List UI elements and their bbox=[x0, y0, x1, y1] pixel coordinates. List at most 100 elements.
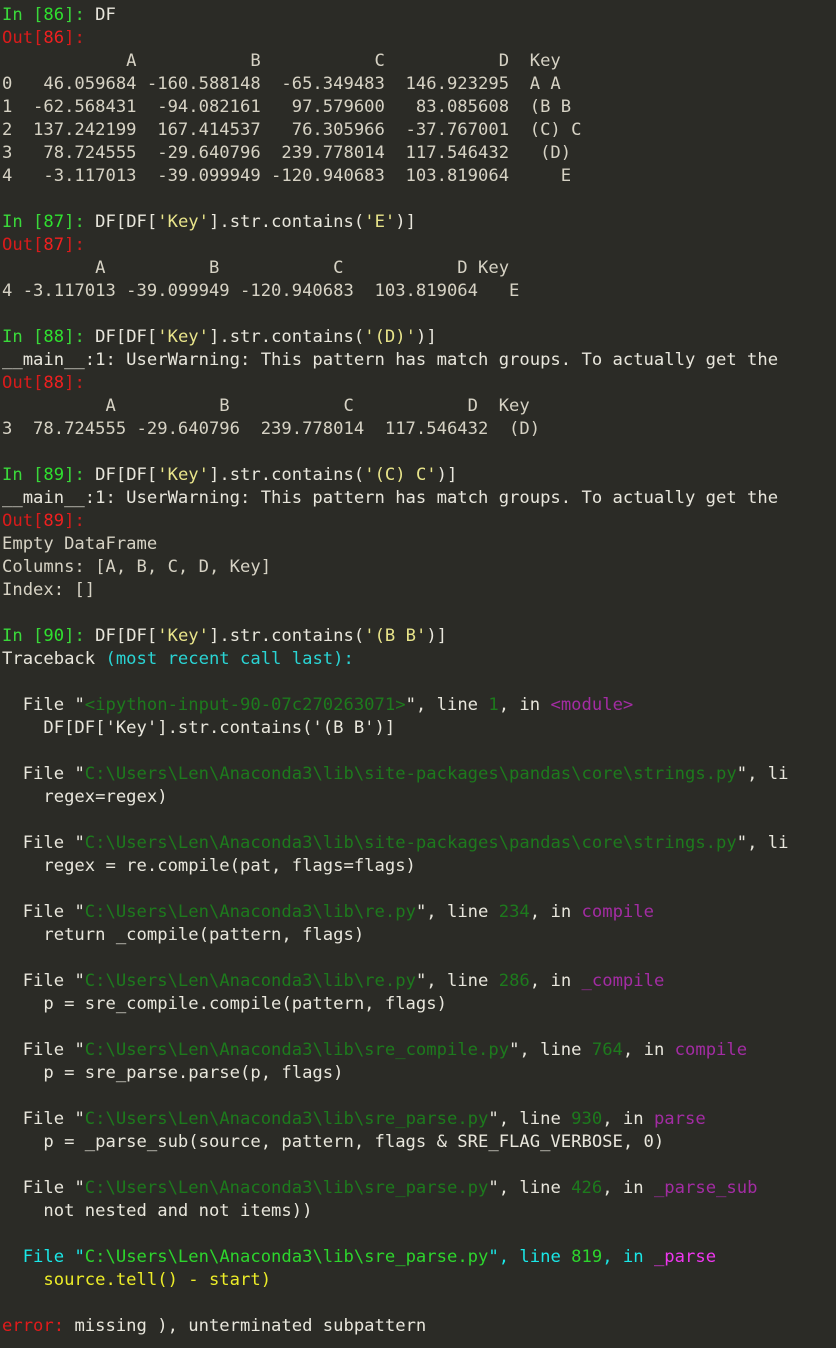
traceback-frame-file-line-highlighted[interactable]: File "C:\Users\Len\Anaconda3\lib\sre_par… bbox=[0, 1246, 836, 1269]
file-keyword: File bbox=[2, 764, 75, 784]
traceback-frame-file-line[interactable]: File "<ipython-input-90-07c270263071>", … bbox=[0, 694, 836, 717]
traceback-lineno: 764 bbox=[591, 1040, 623, 1060]
string-literal[interactable]: 'Key' bbox=[157, 626, 209, 646]
quote-open: " bbox=[74, 833, 85, 853]
terminal-console[interactable]: In [86]: DF Out[86]: A B C D Key 0 46.05… bbox=[0, 0, 836, 1348]
string-literal[interactable]: 'Key' bbox=[157, 212, 209, 232]
traceback-path: C:\Users\Len\Anaconda3\lib\sre_compile.p… bbox=[84, 1040, 510, 1060]
traceback-frame-file-line[interactable]: File "C:\Users\Len\Anaconda3\lib\site-pa… bbox=[0, 763, 836, 786]
input-prompt-line-86: In [86]: DF bbox=[0, 4, 836, 27]
traceback-function: <module> bbox=[550, 695, 634, 715]
traceback-frame-file-line[interactable]: File "C:\Users\Len\Anaconda3\lib\re.py",… bbox=[0, 970, 836, 993]
in-keyword: , in bbox=[602, 1109, 654, 1129]
in-prompt-close: ]: bbox=[64, 465, 96, 485]
quote-open: " bbox=[74, 1040, 85, 1060]
traceback-function: _parse_sub bbox=[653, 1178, 758, 1198]
out-prompt-text: Out[ bbox=[2, 235, 44, 255]
quote-open: " bbox=[74, 695, 85, 715]
in-prompt-number: 87 bbox=[43, 212, 65, 232]
quote-close: ", line bbox=[415, 971, 499, 991]
quote-close: ", line bbox=[488, 1247, 572, 1267]
traceback-header: Traceback (most recent call last): bbox=[0, 648, 836, 671]
traceback-lineno: 286 bbox=[498, 971, 530, 991]
quote-open: " bbox=[74, 764, 85, 784]
traceback-source-line-highlighted: source.tell() - start) bbox=[2, 1270, 272, 1290]
traceback-frame-file-line[interactable]: File "C:\Users\Len\Anaconda3\lib\re.py",… bbox=[0, 901, 836, 924]
table-row: 0 46.059684 -160.588148 -65.349483 146.9… bbox=[2, 74, 561, 94]
input-code-86[interactable]: DF bbox=[95, 5, 116, 25]
string-literal[interactable]: 'Key' bbox=[157, 465, 209, 485]
in-keyword: , in bbox=[622, 1040, 675, 1060]
traceback-frame-file-line[interactable]: File "C:\Users\Len\Anaconda3\lib\sre_com… bbox=[0, 1039, 836, 1062]
traceback-path: <ipython-input-90-07c270263071> bbox=[84, 695, 406, 715]
table-row: 3 78.724555 -29.640796 239.778014 117.54… bbox=[2, 143, 572, 163]
code-fragment[interactable]: )] bbox=[395, 212, 416, 232]
input-prompt-line-90: In [90]: DF[DF['Key'].str.contains('(B B… bbox=[0, 625, 836, 648]
quote-close: ", line bbox=[405, 695, 489, 715]
dataframe-header-88: A B C D Key bbox=[2, 396, 530, 416]
output-prompt-line-88: Out[88]: bbox=[0, 372, 836, 395]
traceback-source-line: p = _parse_sub(source, pattern, flags & … bbox=[2, 1132, 665, 1152]
in-keyword: , in bbox=[498, 695, 551, 715]
empty-dataframe-label: Empty DataFrame bbox=[2, 534, 158, 554]
code-fragment[interactable]: ].str.contains( bbox=[209, 465, 364, 485]
traceback-function: _parse bbox=[653, 1247, 717, 1267]
in-prompt-number: 88 bbox=[43, 327, 65, 347]
in-prompt-text: In [ bbox=[2, 5, 44, 25]
quote-close: ", line bbox=[488, 1178, 572, 1198]
traceback-frame-file-line[interactable]: File "C:\Users\Len\Anaconda3\lib\sre_par… bbox=[0, 1177, 836, 1200]
in-prompt-text: In [ bbox=[2, 327, 44, 347]
traceback-source-line: regex=regex) bbox=[2, 787, 168, 807]
traceback-source-line: p = sre_compile.compile(pattern, flags) bbox=[2, 994, 447, 1014]
traceback-path: C:\Users\Len\Anaconda3\lib\sre_parse.py bbox=[84, 1247, 489, 1267]
code-fragment[interactable]: )] bbox=[416, 327, 437, 347]
quote-open: " bbox=[74, 1178, 85, 1198]
traceback-lineno: 426 bbox=[571, 1178, 603, 1198]
code-fragment[interactable]: ].str.contains( bbox=[209, 212, 364, 232]
out-prompt-number: 88 bbox=[43, 373, 65, 393]
traceback-lineno: 1 bbox=[488, 695, 499, 715]
in-prompt-number: 86 bbox=[43, 5, 65, 25]
in-keyword: , in bbox=[602, 1247, 654, 1267]
code-fragment[interactable]: DF[DF[ bbox=[95, 465, 157, 485]
traceback-source-line: DF[DF['Key'].str.contains('(B B')] bbox=[2, 718, 396, 738]
error-message: missing ), unterminated subpattern bbox=[64, 1316, 427, 1336]
traceback-path: C:\Users\Len\Anaconda3\lib\re.py bbox=[84, 971, 416, 991]
traceback-lineno: 819 bbox=[571, 1247, 603, 1267]
string-literal[interactable]: '(B B' bbox=[364, 626, 426, 646]
file-keyword: File bbox=[2, 1109, 75, 1129]
input-prompt-line-87: In [87]: DF[DF['Key'].str.contains('E')] bbox=[0, 211, 836, 234]
out-prompt-number: 86 bbox=[43, 28, 65, 48]
quote-open: " bbox=[74, 902, 85, 922]
file-keyword: File bbox=[2, 1040, 75, 1060]
string-literal[interactable]: 'E' bbox=[364, 212, 395, 232]
code-fragment[interactable]: ].str.contains( bbox=[209, 327, 364, 347]
string-literal[interactable]: 'Key' bbox=[157, 327, 209, 347]
traceback-label: Traceback bbox=[2, 649, 106, 669]
code-fragment[interactable]: DF[DF[ bbox=[95, 327, 157, 347]
out-prompt-text: Out[ bbox=[2, 511, 44, 531]
traceback-frame-file-line[interactable]: File "C:\Users\Len\Anaconda3\lib\sre_par… bbox=[0, 1108, 836, 1131]
traceback-path: C:\Users\Len\Anaconda3\lib\site-packages… bbox=[84, 764, 737, 784]
code-fragment[interactable]: )] bbox=[437, 465, 458, 485]
string-literal[interactable]: '(D)' bbox=[364, 327, 416, 347]
code-fragment[interactable]: ].str.contains( bbox=[209, 626, 364, 646]
dataframe-header-87: A B C D Key bbox=[2, 258, 510, 278]
code-fragment[interactable]: )] bbox=[426, 626, 447, 646]
file-keyword: File bbox=[2, 1247, 75, 1267]
string-literal[interactable]: '(C) C' bbox=[364, 465, 436, 485]
traceback-function: parse bbox=[653, 1109, 706, 1129]
output-prompt-line-89: Out[89]: bbox=[0, 510, 836, 533]
in-prompt-close: ]: bbox=[64, 5, 96, 25]
code-fragment[interactable]: DF[DF[ bbox=[95, 212, 157, 232]
empty-dataframe-columns: Columns: [A, B, C, D, Key] bbox=[2, 557, 272, 577]
code-fragment[interactable]: DF[DF[ bbox=[95, 626, 157, 646]
traceback-source-line: p = sre_parse.parse(p, flags) bbox=[2, 1063, 344, 1083]
traceback-source-line: return _compile(pattern, flags) bbox=[2, 925, 365, 945]
table-row: 4 -3.117013 -39.099949 -120.940683 103.8… bbox=[2, 166, 572, 186]
out-prompt-number: 89 bbox=[43, 511, 65, 531]
out-prompt-close: ]: bbox=[64, 235, 85, 255]
traceback-frame-file-line[interactable]: File "C:\Users\Len\Anaconda3\lib\site-pa… bbox=[0, 832, 836, 855]
